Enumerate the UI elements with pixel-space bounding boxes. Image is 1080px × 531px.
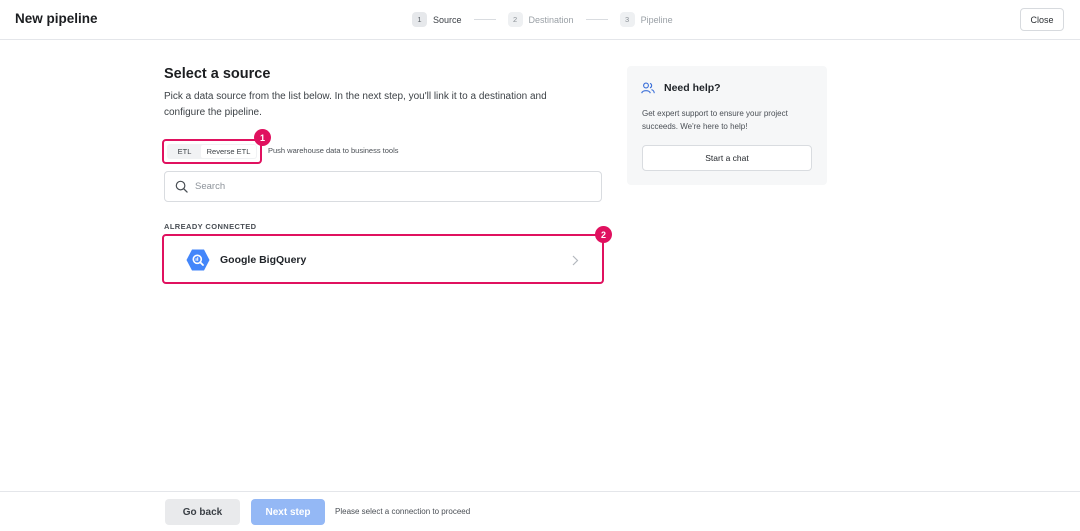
reverse-etl-option[interactable]: Reverse ETL [201,145,256,158]
search-field[interactable] [164,171,602,202]
next-step-button[interactable]: Next step [251,499,325,525]
search-icon [175,180,188,193]
step-destination: 2 Destination [507,12,574,27]
step-divider [585,19,608,20]
step-number: 2 [507,12,523,27]
help-panel: Need help? Get expert support to ensure … [627,66,827,185]
annotation-badge-2: 2 [595,226,612,243]
chevron-right-icon [572,255,579,266]
page-title: New pipeline [15,11,98,26]
step-pipeline: 3 Pipeline [619,12,673,27]
etl-mode-toggle: ETL Reverse ETL [162,139,262,164]
section-heading: Select a source [164,66,271,82]
connection-name: Google BigQuery [220,254,307,266]
footer-bar: Go back Next step Please select a connec… [0,491,1080,531]
already-connected-label: ALREADY CONNECTED [164,222,257,231]
google-bigquery-icon [186,249,210,271]
step-label: Destination [528,14,574,25]
start-chat-button[interactable]: Start a chat [642,145,812,171]
annotation-badge-1: 1 [254,129,271,146]
close-button[interactable]: Close [1020,8,1064,31]
stepper: 1 Source 2 Destination 3 Pipeline [412,11,673,28]
step-divider [473,19,496,20]
segmented-control: ETL Reverse ETL [167,144,257,159]
toggle-description: Push warehouse data to business tools [268,146,399,155]
step-number: 3 [619,12,635,27]
footer-hint: Please select a connection to proceed [335,507,471,516]
step-source: 1 Source [412,12,462,27]
go-back-button[interactable]: Go back [165,499,240,525]
search-input[interactable] [195,173,595,200]
help-title: Need help? [664,82,721,94]
section-description: Pick a data source from the list below. … [164,91,547,118]
etl-option[interactable]: ETL [168,145,201,158]
step-number: 1 [412,12,427,27]
connection-google-bigquery[interactable]: Google BigQuery [162,234,604,284]
users-icon [641,82,655,94]
help-description: Get expert support to ensure your projec… [642,109,788,131]
step-label: Source [433,14,462,25]
step-label: Pipeline [640,14,673,25]
top-bar: New pipeline 1 Source 2 Destination 3 Pi… [0,0,1080,40]
